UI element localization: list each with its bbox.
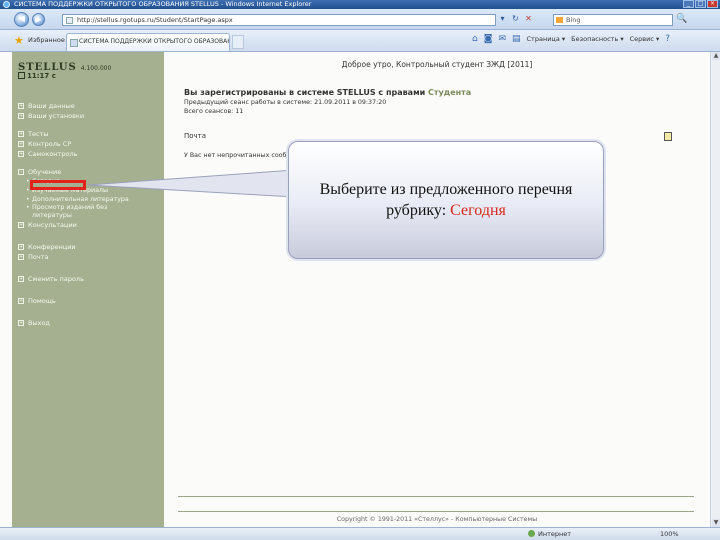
sidebar-item-self-control[interactable]: + Самоконтроль [18, 149, 162, 159]
zoom-level[interactable]: 100% [660, 528, 679, 540]
stop-icon[interactable]: ✕ [523, 13, 534, 25]
sidebar-item-control-sr[interactable]: + Контроль СР [18, 139, 162, 149]
highlight-box [30, 180, 86, 190]
greeting: Доброе утро, Контрольный студент ЗЖД [20… [341, 60, 533, 69]
window-title: СИСТЕМА ПОДДЕРЖКИ ОТКРЫТОГО ОБРАЗОВАНИЯ … [14, 0, 312, 8]
edit-icon[interactable] [664, 132, 672, 141]
browser-icon [3, 1, 10, 8]
sidebar-item-tests[interactable]: + Тесты [18, 129, 162, 139]
mail-icon[interactable]: ✉ [498, 34, 506, 44]
search-input[interactable]: Bing [553, 14, 673, 26]
tab-toolbar: ★ Избранное СИСТЕМА ПОДДЕРЖКИ ОТКРЫТОГО … [0, 30, 720, 52]
command-bar: ⌂ ◙ ✉ ▤ Страница ▾ Безопасность ▾ Сервис… [472, 34, 670, 44]
logo-version: 4.100.000 [80, 65, 112, 72]
address-url: http://stellus.rgotups.ru/Student/StartP… [77, 16, 233, 24]
window-title-bar: СИСТЕМА ПОДДЕРЖКИ ОТКРЫТОГО ОБРАЗОВАНИЯ … [0, 0, 720, 9]
mail-section-title: Почта [184, 132, 207, 140]
refresh-icon[interactable]: ↻ [510, 13, 521, 25]
help-icon[interactable]: ? [665, 34, 670, 44]
minimize-button[interactable]: _ [683, 0, 694, 8]
sidebar-item-your-data[interactable]: + Ваши данные [18, 101, 162, 111]
search-icon[interactable]: 🔍 [676, 13, 688, 26]
print-icon[interactable]: ▤ [512, 34, 521, 44]
address-toolbar: ◀ ▶ http://stellus.rgotups.ru/Student/St… [0, 9, 720, 30]
scroll-up-icon[interactable]: ▲ [712, 52, 720, 60]
sidebar-item-exit[interactable]: + Выход [18, 318, 162, 328]
expand-icon: + [18, 131, 24, 137]
page-icon [66, 17, 73, 24]
sidebar-item-conferences[interactable]: + Конференции [18, 242, 162, 252]
instruction-callout: Выберите из предложенного перечня рубрик… [288, 141, 604, 259]
status-bar: Интернет 100% [0, 527, 720, 540]
session-count: Всего сеансов: 11 [184, 108, 244, 115]
search-provider-icon [556, 17, 563, 23]
expand-icon: + [18, 113, 24, 119]
expand-icon: + [18, 276, 24, 282]
address-input[interactable]: http://stellus.rgotups.ru/Student/StartP… [62, 14, 496, 26]
footer-divider [178, 511, 694, 512]
expand-icon: + [18, 151, 24, 157]
vertical-scrollbar[interactable]: ▲ ▼ [710, 52, 720, 527]
sidebar-item-mail[interactable]: + Почта [18, 252, 162, 262]
expand-icon: + [18, 103, 24, 109]
collapse-icon: - [18, 169, 24, 175]
footer-divider [178, 496, 694, 497]
registration-title: Вы зарегистрированы в системе STELLUS с … [184, 88, 472, 97]
expand-icon: + [18, 222, 24, 228]
role-label: Студента [428, 88, 472, 97]
rss-icon[interactable]: ◙ [484, 34, 493, 44]
page-menu[interactable]: Страница ▾ [527, 35, 566, 43]
favorites-star-icon[interactable]: ★ [14, 34, 24, 47]
address-tools: ▾ ↻ ✕ [497, 13, 534, 25]
forward-button[interactable]: ▶ [32, 13, 45, 26]
main-panel: Доброе утро, Контрольный студент ЗЖД [20… [164, 52, 710, 527]
sidebar-subitem-extra-literature[interactable]: Дополнительная литература [18, 195, 162, 204]
sidebar-subitem-view-editions[interactable]: Просмотр изданий без литературы [18, 204, 162, 220]
sidebar-item-change-password[interactable]: + Сменить пароль [18, 274, 162, 284]
back-button[interactable]: ◀ [14, 12, 29, 27]
tools-menu[interactable]: Сервис ▾ [630, 35, 660, 43]
expand-icon: + [18, 254, 24, 260]
search-placeholder: Bing [566, 16, 581, 24]
expand-icon: + [18, 141, 24, 147]
previous-session: Предыдущий сеанс работы в системе: 21.09… [184, 99, 387, 106]
close-button[interactable]: × [707, 0, 718, 8]
sidebar-item-training[interactable]: - Обучение [18, 167, 162, 177]
expand-icon: + [18, 320, 24, 326]
callout-highlight: Сегодня [450, 202, 506, 219]
maximize-button[interactable]: □ [695, 0, 706, 8]
security-zone: Интернет [528, 528, 571, 540]
copyright: Copyright © 1991-2011 «Стеллус» - Компью… [336, 516, 538, 523]
browser-tab[interactable]: СИСТЕМА ПОДДЕРЖКИ ОТКРЫТОГО ОБРАЗОВАНИЯ [66, 33, 230, 51]
sidebar-item-consultations[interactable]: + Консультации [18, 220, 162, 230]
address-dropdown-icon[interactable]: ▾ [497, 13, 508, 25]
sidebar-menu: + Ваши данные + Ваши установки + Тесты + Кон… [18, 101, 162, 328]
clock: 11:17 с [18, 72, 56, 80]
scroll-down-icon[interactable]: ▼ [712, 519, 720, 527]
expand-icon: + [18, 244, 24, 250]
new-tab-button[interactable] [232, 35, 244, 49]
window-controls: _ □ × [683, 0, 718, 8]
clock-icon [18, 72, 25, 79]
sidebar: STELLUS 4.100.000 11:17 с + Ваши данные + В… [12, 52, 164, 527]
expand-icon: + [18, 298, 24, 304]
favorites-button[interactable]: Избранное [28, 36, 65, 44]
sidebar-item-your-settings[interactable]: + Ваши установки [18, 111, 162, 121]
safety-menu[interactable]: Безопасность ▾ [571, 35, 623, 43]
callout-text: Выберите из предложенного перечня рубрик… [319, 181, 573, 219]
sidebar-item-help[interactable]: + Помощь [18, 296, 162, 306]
home-icon[interactable]: ⌂ [472, 34, 478, 44]
page-content: STELLUS 4.100.000 11:17 с + Ваши данные + В… [0, 52, 710, 527]
